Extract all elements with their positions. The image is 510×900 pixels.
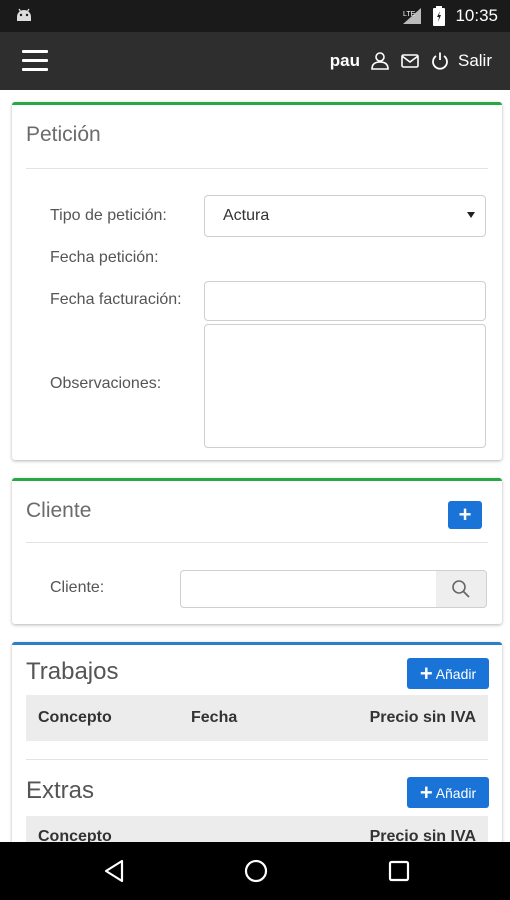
logout-button[interactable]: Salir bbox=[430, 51, 492, 71]
column-header: Concepto bbox=[38, 828, 112, 842]
cliente-panel: Cliente + Cliente: bbox=[12, 478, 502, 624]
username: pau bbox=[329, 51, 360, 70]
column-header: Concepto bbox=[38, 709, 112, 726]
observaciones-label: Observaciones: bbox=[50, 375, 162, 392]
peticion-title: Petición bbox=[26, 123, 101, 146]
home-icon[interactable] bbox=[241, 856, 271, 886]
trabajos-title: Trabajos bbox=[26, 658, 119, 685]
user-area: pau Salir bbox=[330, 32, 492, 90]
app-bar: pau Salir bbox=[0, 32, 510, 90]
extras-table-header: Concepto Precio sin IVA bbox=[26, 816, 488, 842]
add-trabajo-label: Añadir bbox=[435, 665, 477, 682]
column-header: Fecha bbox=[191, 709, 238, 726]
column-header: Precio sin IVA bbox=[369, 828, 476, 842]
tipo-peticion-select[interactable]: Actura bbox=[204, 195, 486, 237]
trabajos-panel: Trabajos + Añadir Concepto Fecha Precio … bbox=[12, 642, 502, 842]
search-icon bbox=[452, 580, 470, 598]
add-extra-label: Añadir bbox=[435, 784, 477, 801]
column-header: Precio sin IVA bbox=[369, 709, 476, 726]
cliente-title: Cliente bbox=[26, 499, 92, 522]
svg-text:LTE: LTE bbox=[403, 11, 416, 18]
tipo-peticion-label: Tipo de petición: bbox=[50, 207, 167, 224]
envelope-icon[interactable] bbox=[400, 51, 420, 71]
add-cliente-button[interactable]: + bbox=[448, 501, 482, 529]
power-icon bbox=[432, 52, 448, 70]
trabajos-table-header: Concepto Fecha Precio sin IVA bbox=[26, 695, 488, 741]
plus-icon: + bbox=[419, 660, 433, 686]
peticion-panel: Petición Tipo de petición: Actura Fecha … bbox=[12, 102, 502, 460]
search-button[interactable] bbox=[436, 570, 487, 608]
peticion-divider bbox=[26, 168, 488, 169]
add-trabajo-button[interactable]: + Añadir bbox=[407, 658, 489, 689]
status-time: 10:35 bbox=[455, 6, 498, 25]
navigation-bar bbox=[0, 842, 510, 900]
extras-title: Extras bbox=[26, 777, 95, 804]
observaciones-textarea[interactable] bbox=[204, 324, 486, 448]
recents-icon[interactable] bbox=[384, 856, 414, 886]
battery-icon bbox=[433, 6, 446, 26]
caret-down-icon bbox=[467, 212, 475, 218]
fecha-facturacion-label: Fecha facturación: bbox=[50, 291, 182, 308]
cliente-label: Cliente: bbox=[50, 579, 105, 596]
add-extra-button[interactable]: + Añadir bbox=[407, 777, 489, 808]
signal-icon: LTE bbox=[403, 8, 422, 24]
trabajos-divider bbox=[26, 759, 488, 760]
plus-icon: + bbox=[458, 502, 472, 527]
tipo-peticion-value: Actura bbox=[223, 207, 270, 224]
back-icon[interactable] bbox=[100, 856, 130, 886]
user-icon[interactable] bbox=[370, 51, 390, 71]
status-bar: LTE 10:35 bbox=[0, 0, 510, 32]
cliente-divider bbox=[26, 542, 488, 543]
plus-icon: + bbox=[419, 779, 433, 805]
fecha-facturacion-input[interactable] bbox=[204, 281, 486, 321]
android-icon bbox=[17, 8, 31, 21]
main-content[interactable]: Petición Tipo de petición: Actura Fecha … bbox=[0, 90, 510, 842]
hamburger-icon[interactable] bbox=[22, 50, 48, 72]
fecha-peticion-label: Fecha petición: bbox=[50, 249, 159, 266]
logout-label: Salir bbox=[457, 51, 492, 70]
cliente-input[interactable] bbox=[180, 570, 437, 608]
